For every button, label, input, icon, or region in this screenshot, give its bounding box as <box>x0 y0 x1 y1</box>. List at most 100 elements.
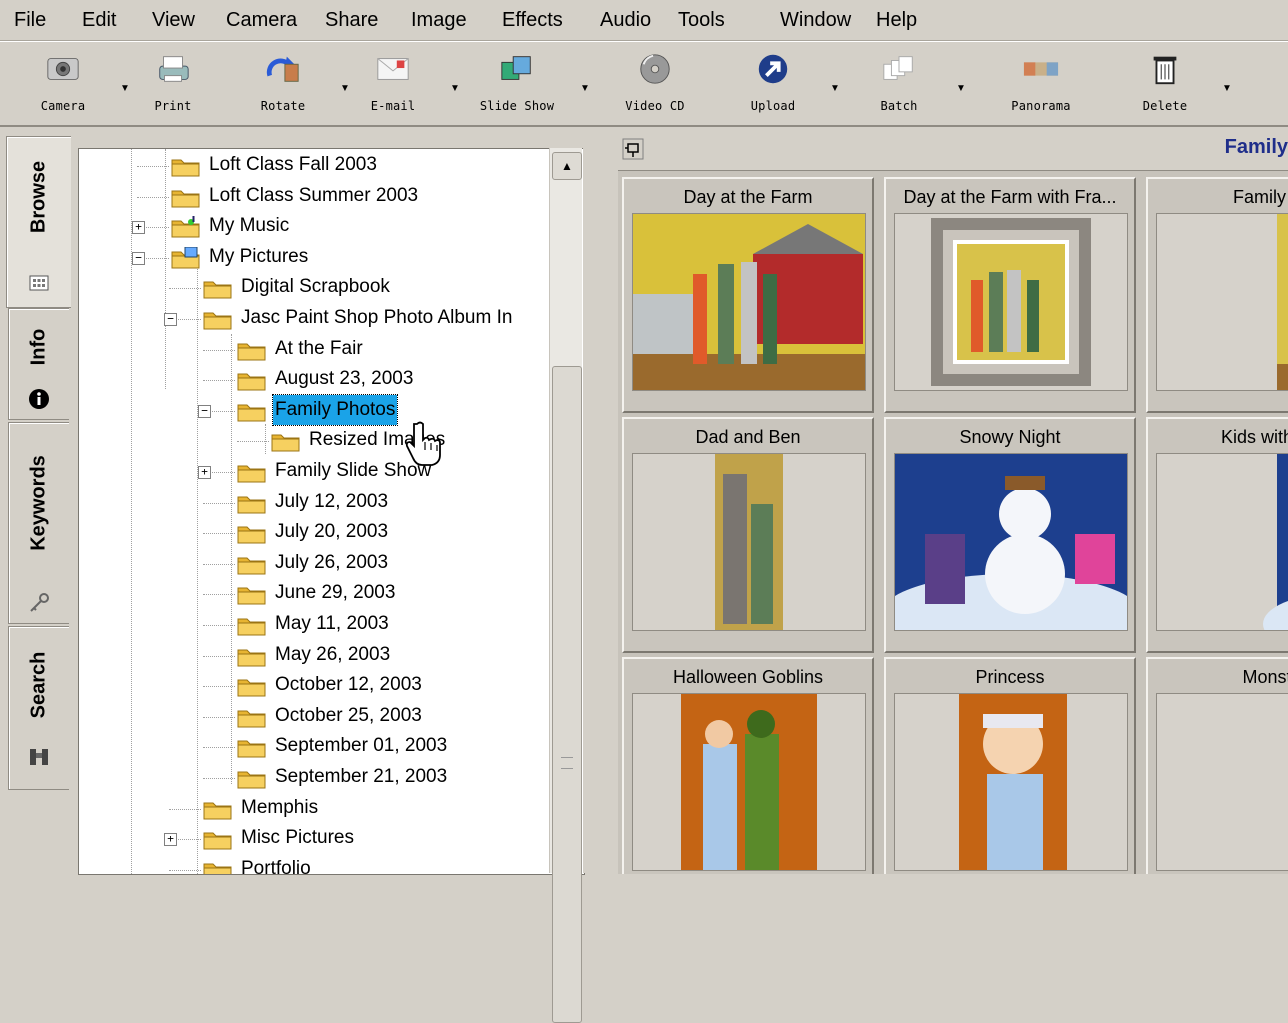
tree-guide-line <box>203 563 235 565</box>
menu-share[interactable]: Share <box>323 8 380 32</box>
toolbar-video-cd-button[interactable]: Video CD <box>600 47 710 119</box>
menu-effects[interactable]: Effects <box>500 8 565 32</box>
tree-guide-line <box>169 288 201 290</box>
collapse-icon[interactable]: − <box>132 251 145 265</box>
toolbar-e-mail-button[interactable]: E-mail ▼ <box>338 47 460 119</box>
thumbnail-image <box>632 693 866 871</box>
tree-guide-line <box>203 349 235 351</box>
toolbar-label: E-mail <box>370 99 416 113</box>
thumbnail-card[interactable]: Family on <box>1146 177 1288 413</box>
thumbnail-card[interactable]: Day at the Farm <box>622 177 874 413</box>
folder-icon <box>171 159 200 177</box>
photo <box>1157 454 1288 647</box>
menu-camera[interactable]: Camera <box>224 8 299 32</box>
folder-icon <box>203 281 232 299</box>
thumbnail-image <box>632 213 866 391</box>
toolbar-delete-button[interactable]: Delete ▼ <box>1110 47 1232 119</box>
tree-item-label: October 12, 2003 <box>275 674 422 696</box>
folder-icon <box>237 649 266 667</box>
toolbar-camera-button[interactable]: Camera ▼ <box>8 47 130 119</box>
thumbnail-caption: Day at the Farm with Fra... <box>903 187 1117 207</box>
tab-keywords[interactable]: Keywords <box>8 422 69 624</box>
menu-edit[interactable]: Edit <box>80 8 118 32</box>
photo <box>1157 214 1288 390</box>
rotate-icon <box>266 56 299 82</box>
tree-item-label: September 21, 2003 <box>275 766 448 787</box>
folder-icon <box>237 740 266 758</box>
expand-icon[interactable]: + <box>198 466 211 479</box>
thumbnail-caption: Princess <box>975 667 1045 687</box>
toolbar-label: Slide Show <box>479 99 555 113</box>
camera-icon <box>47 58 79 80</box>
collapse-icon[interactable]: − <box>164 313 177 326</box>
thumbnail-caption: Snowy Night <box>959 427 1061 447</box>
menu-view[interactable]: View <box>150 8 197 32</box>
tree-guide-line <box>197 269 198 874</box>
menu-window[interactable]: Window <box>778 8 853 32</box>
tree-item-label: May 11, 2003 <box>275 613 389 634</box>
expand-icon[interactable]: + <box>132 221 145 235</box>
tree-item-label: Jasc Paint Shop Photo Album In <box>241 307 513 328</box>
menu-file[interactable]: File <box>12 8 48 32</box>
menu-help[interactable]: Help <box>874 8 919 32</box>
tree-item-label: Loft Class Summer 2003 <box>209 184 419 206</box>
folder-icon <box>237 465 266 483</box>
pane-splitter[interactable] <box>583 128 617 873</box>
thumbnail-card[interactable]: Dad and Ben <box>622 417 874 653</box>
toolbar-rotate-button[interactable]: Rotate ▼ <box>228 47 350 119</box>
toolbar-print-button[interactable]: Print <box>118 47 228 119</box>
tree-item-label: Family Photos <box>271 393 399 426</box>
tab-browse[interactable]: Browse <box>6 136 71 308</box>
tree-item-label: At the Fair <box>275 337 363 359</box>
tree-item-label: October 25, 2003 <box>275 704 422 726</box>
thumbnail-card[interactable]: Kids with the <box>1146 417 1288 653</box>
toolbar-label: Video CD <box>625 99 685 113</box>
slideshow-icon <box>501 56 531 80</box>
photo <box>1157 694 1288 870</box>
toolbar-label: Rotate <box>260 99 306 113</box>
tree-item-label: Digital Scrapbook <box>241 276 390 298</box>
thumbnail-image <box>881 453 1141 654</box>
upload-icon <box>758 54 788 84</box>
toolbar-batch-button[interactable]: Batch ▼ <box>844 47 966 119</box>
menu-audio[interactable]: Audio <box>598 8 653 32</box>
toolbar-label: Delete <box>1142 99 1188 113</box>
dropdown-arrow-icon[interactable]: ▼ <box>956 83 966 94</box>
tree-item-label: Memphis <box>241 796 319 818</box>
thumbnail-card[interactable]: Monste <box>1146 657 1288 874</box>
tree-guide-line <box>265 424 266 454</box>
tree-scrollbar[interactable]: ▲ <box>549 148 582 1023</box>
thumbnail-image <box>1156 453 1288 647</box>
tree-guide-line <box>203 716 235 718</box>
collapse-icon[interactable]: − <box>198 404 211 418</box>
dropdown-arrow-icon[interactable]: ▼ <box>830 83 840 94</box>
thumbnail-card[interactable]: Snowy Night <box>881 417 1141 654</box>
toolbar-upload-button[interactable]: Upload ▼ <box>718 47 840 119</box>
dropdown-arrow-icon[interactable]: ▼ <box>1222 83 1232 94</box>
folder-icon <box>237 404 266 422</box>
toolbar-slide-show-button[interactable]: Slide Show ▼ <box>462 47 590 119</box>
thumbnail-card[interactable]: Day at the Farm with Fra... <box>884 177 1136 413</box>
tree-item-label: My Music <box>209 215 290 237</box>
thumbnail-caption: Day at the Farm <box>683 187 813 207</box>
tree-item-label: Portfolio <box>241 857 311 875</box>
menu-tools[interactable]: Tools <box>676 8 727 32</box>
pin-icon[interactable] <box>622 138 644 160</box>
email-icon <box>377 58 409 80</box>
thumbnail-image <box>894 693 1128 871</box>
expand-icon[interactable]: + <box>164 833 177 847</box>
dropdown-arrow-icon[interactable]: ▼ <box>450 83 460 94</box>
scroll-thumb[interactable] <box>552 366 582 1023</box>
side-tabs: Browse Info Keywords Search <box>0 128 78 873</box>
thumbnail-card[interactable]: Halloween Goblins <box>622 657 874 874</box>
scroll-up-button[interactable]: ▲ <box>552 152 582 180</box>
thumbnail-card[interactable]: Princess <box>884 657 1136 874</box>
tree-guide-line <box>165 149 166 389</box>
menu-image[interactable]: Image <box>409 8 469 32</box>
photo <box>895 214 1127 390</box>
tab-search[interactable]: Search <box>8 626 69 790</box>
tree-guide-line <box>203 655 235 657</box>
dropdown-arrow-icon[interactable]: ▼ <box>580 83 590 94</box>
toolbar-panorama-button[interactable]: Panorama <box>986 47 1096 119</box>
tab-info[interactable]: Info <box>8 308 69 420</box>
